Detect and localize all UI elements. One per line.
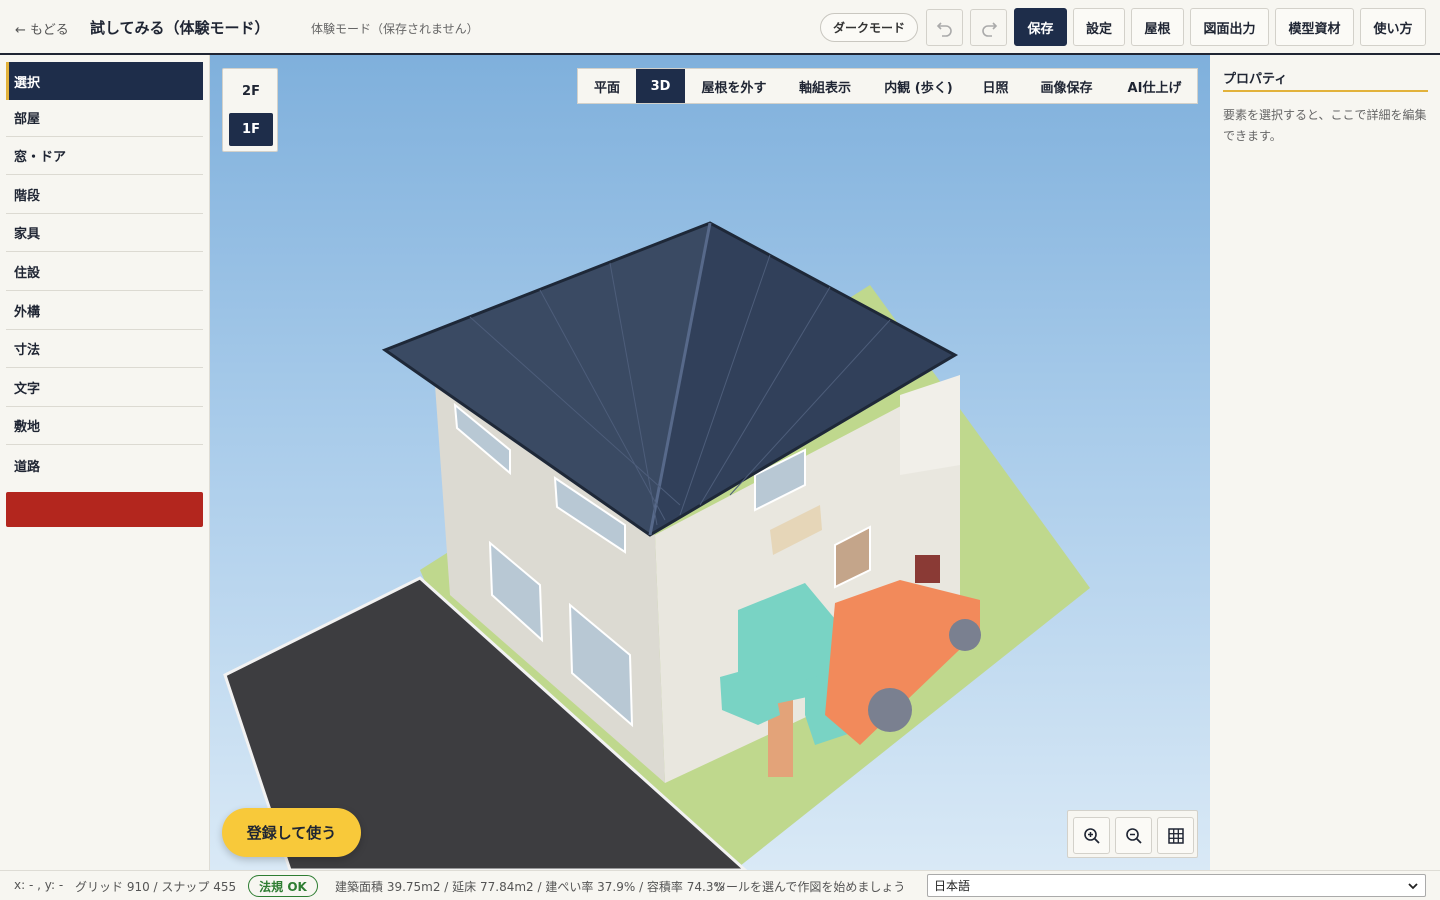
page-title: 試してみる（体験モード）	[90, 19, 270, 37]
remove-roof-button[interactable]: 屋根を外す	[685, 69, 783, 103]
zoom-controls	[1067, 810, 1198, 858]
header-bar: ← もどる 試してみる（体験モード） 体験モード（保存されません） ダークモード…	[0, 0, 1440, 55]
save-button[interactable]: 保存	[1014, 8, 1067, 46]
zoom-in-icon	[1083, 827, 1100, 844]
tool-text[interactable]: 文字	[6, 369, 203, 407]
redo-icon	[981, 21, 997, 37]
house-3d-render	[223, 221, 1090, 870]
undo-icon	[936, 21, 952, 37]
tool-select[interactable]: 選択	[6, 62, 203, 100]
floor-1f-button[interactable]: 1F	[229, 113, 273, 146]
floor-selector: 2F 1F	[222, 68, 278, 152]
view-3d-button[interactable]: 3D	[636, 69, 685, 103]
view-toolbar: 平面 3D 屋根を外す 軸組表示 内観 (歩く) 日照 画像保存 AI仕上げ	[577, 68, 1198, 104]
how-to-use-button[interactable]: 使い方	[1360, 8, 1426, 46]
properties-title: プロパティ	[1223, 68, 1428, 92]
grid-toggle-button[interactable]	[1157, 817, 1194, 854]
tool-road[interactable]: 道路	[6, 446, 203, 484]
zoom-out-icon	[1125, 827, 1142, 844]
mode-note: 体験モード（保存されません）	[311, 22, 479, 36]
ai-finish-button[interactable]: AI仕上げ	[1112, 69, 1197, 103]
roof-button[interactable]: 屋根	[1131, 8, 1184, 46]
status-hint: ツールを選んで作図を始めましょう	[714, 880, 906, 894]
redo-button[interactable]	[970, 9, 1007, 46]
properties-description: 要素を選択すると、ここで詳細を編集できます。	[1223, 108, 1427, 143]
tool-sidebar: 選択 部屋 窓・ドア 階段 家具 住設 外構 寸法 文字 敷地 道路	[0, 55, 210, 870]
tool-window-door[interactable]: 窓・ドア	[6, 137, 203, 175]
view-plan-button[interactable]: 平面	[578, 69, 636, 103]
zoom-out-button[interactable]	[1115, 817, 1152, 854]
tool-stairs[interactable]: 階段	[6, 176, 203, 214]
drawing-output-button[interactable]: 図面出力	[1190, 8, 1269, 46]
tool-site[interactable]: 敷地	[6, 407, 203, 445]
properties-panel: プロパティ 要素を選択すると、ここで詳細を編集できます。	[1211, 55, 1440, 870]
tool-dimension[interactable]: 寸法	[6, 330, 203, 368]
model-materials-button[interactable]: 模型資材	[1275, 8, 1354, 46]
sunlight-button[interactable]: 日照	[970, 69, 1021, 103]
frame-view-button[interactable]: 軸組表示	[783, 69, 867, 103]
settings-button[interactable]: 設定	[1073, 8, 1125, 46]
tool-fixtures[interactable]: 住設	[6, 253, 203, 291]
tool-room[interactable]: 部屋	[6, 99, 203, 137]
language-value: 日本語	[934, 879, 971, 893]
tool-exterior[interactable]: 外構	[6, 292, 203, 330]
tool-furniture[interactable]: 家具	[6, 214, 203, 252]
back-link[interactable]: ← もどる	[15, 19, 69, 38]
status-bar: x: - , y: - グリッド 910 / スナップ 455 法規 OK 建築…	[0, 870, 1440, 900]
danger-button[interactable]	[6, 492, 203, 527]
building-stats: 建築面積 39.75m2 / 延床 77.84m2 / 建ぺい率 37.9% /…	[335, 880, 725, 894]
language-select[interactable]: 日本語	[927, 874, 1426, 897]
legal-status-badge: 法規 OK	[248, 875, 318, 897]
save-image-button[interactable]: 画像保存	[1021, 69, 1112, 103]
dark-mode-toggle[interactable]: ダークモード	[820, 13, 918, 42]
chevron-down-icon	[1408, 883, 1418, 890]
grid-icon	[1167, 827, 1184, 844]
grid-info: グリッド 910 / スナップ 455	[75, 880, 237, 894]
3d-viewport[interactable]: 2F 1F 平面 3D 屋根を外す 軸組表示 内観 (歩く) 日照 画像保存 A…	[210, 55, 1210, 870]
undo-button[interactable]	[926, 9, 963, 46]
cursor-coords: x: - , y: -	[14, 878, 64, 892]
floor-2f-button[interactable]: 2F	[229, 75, 273, 108]
zoom-in-button[interactable]	[1073, 817, 1110, 854]
register-button[interactable]: 登録して使う	[222, 808, 361, 857]
walkthrough-button[interactable]: 内観 (歩く)	[867, 69, 970, 103]
